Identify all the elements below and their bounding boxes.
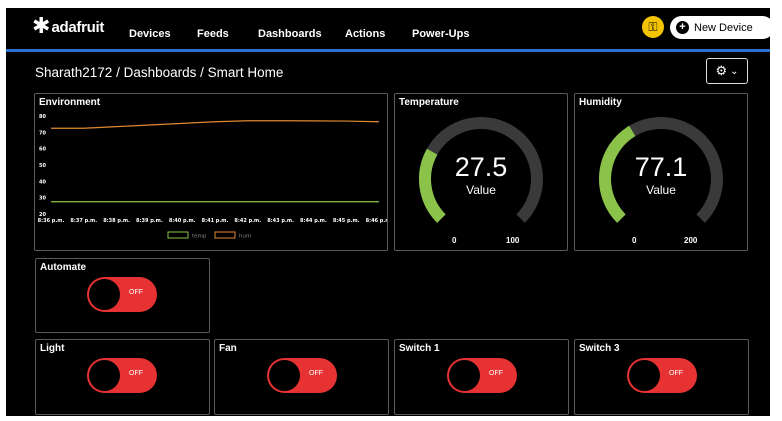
fan-state: OFF [309,370,323,377]
series-line-hum [51,120,380,129]
y-tick-label: 50 [39,163,46,169]
y-tick-label: 70 [39,130,46,136]
environment-panel: Environment 20 30 40 50 60 70 80 8:36 p.m. 8:37 … [34,93,388,251]
x-tick-label: 8:43 p.m. [267,218,294,224]
chevron-down-icon: ⌄ [730,65,739,77]
toggle-knob [629,360,660,391]
legend-label-temp: temp [192,234,207,240]
legend-swatch-hum [214,231,236,239]
automate-toggle[interactable]: OFF [87,277,157,312]
x-tick-label: 8:38 p.m. [103,218,130,224]
breadcrumb: Sharath2172 / Dashboards / Smart Home [35,65,284,80]
humidity-min: 0 [632,236,637,245]
x-tick-label: 8:40 p.m. [169,218,196,224]
humidity-value: 77.1 [634,152,688,182]
light-toggle[interactable]: OFF [87,358,157,393]
humidity-value-label: Value [646,183,676,197]
nav-dashboards[interactable]: Dashboards [258,28,322,40]
nav-devices[interactable]: Devices [129,28,171,40]
x-tick-label: 8:39 p.m. [136,218,163,224]
new-device-button[interactable]: + New Device [670,16,770,39]
toggle-knob [89,279,120,310]
fan-title: Fan [219,343,237,354]
switch1-toggle[interactable]: OFF [447,358,517,393]
light-panel: Light OFF [35,339,210,415]
nav-divider [6,49,770,52]
fan-toggle[interactable]: OFF [267,358,337,393]
gear-icon: ⚙ [715,63,728,78]
x-tick-label: 8:44 p.m. [300,218,327,224]
key-icon[interactable]: ⚿ [642,16,664,38]
automate-panel: Automate OFF [35,258,210,333]
temperature-readout: 27.5 Value [395,152,567,197]
humidity-max: 200 [684,236,698,245]
y-tick-label: 60 [39,147,46,153]
y-tick-label: 80 [39,114,46,120]
humidity-panel: Humidity 77.1 Value 0 200 [574,93,748,251]
nav-feeds[interactable]: Feeds [197,28,229,40]
dashboard-settings-button[interactable]: ⚙ ⌄ [706,58,748,84]
switch3-panel: Switch 3 OFF [574,339,749,415]
y-tick-label: 30 [39,196,46,202]
x-tick-label: 8:41 p.m. [202,218,229,224]
legend-swatch-temp [167,231,189,239]
new-device-label: New Device [694,21,753,34]
logo-text: adafruit [51,18,105,36]
app-frame: ✱ adafruit Devices Feeds Dashboards Acti… [6,8,770,416]
x-tick-label: 8:45 p.m. [333,218,360,224]
light-state: OFF [129,370,143,377]
temperature-value: 27.5 [454,152,508,182]
automate-state: OFF [129,289,143,296]
toggle-knob [449,360,480,391]
temperature-value-label: Value [466,183,496,197]
light-title: Light [40,343,65,354]
temperature-max: 100 [506,236,520,245]
toggle-knob [89,360,120,391]
environment-chart: 203040506070808:36 p.m. 8:37 p.m. 8:38 p.m… [38,114,387,240]
top-nav: ✱ adafruit Devices Feeds Dashboards Acti… [6,8,770,50]
nav-power-ups[interactable]: Power-Ups [412,28,469,40]
adafruit-logo[interactable]: ✱ adafruit [32,16,104,38]
legend-label-hum: hum [239,234,251,240]
fan-panel: Fan OFF [214,339,389,415]
nav-actions[interactable]: Actions [345,28,385,40]
switch1-title: Switch 1 [399,343,440,354]
temperature-min: 0 [452,236,457,245]
humidity-readout: 77.1 Value [575,152,747,197]
x-tick-label: 8:46 p.m. [366,218,387,224]
x-tick-label: 8:42 p.m. [234,218,261,224]
x-tick-label: 8:36 p.m. [38,218,65,224]
switch3-state: OFF [669,370,683,377]
switch1-panel: Switch 1 OFF [394,339,569,415]
toggle-knob [269,360,300,391]
star-icon: ✱ [32,14,51,39]
switch3-title: Switch 3 [579,343,620,354]
automate-title: Automate [40,262,87,273]
y-tick-label: 40 [39,179,46,185]
plus-circle-icon: + [676,21,689,34]
switch1-state: OFF [489,370,503,377]
temperature-panel: Temperature 27.5 Value 0 100 [394,93,568,251]
switch3-toggle[interactable]: OFF [627,358,697,393]
x-tick-label: 8:37 p.m. [70,218,97,224]
